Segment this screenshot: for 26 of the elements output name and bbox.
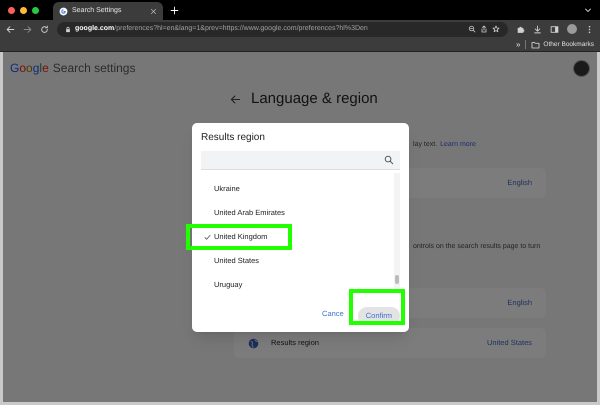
- download-icon[interactable]: [533, 24, 542, 34]
- page-title: Search settings: [52, 60, 136, 77]
- new-tab-icon[interactable]: [170, 6, 179, 14]
- back-icon[interactable]: [6, 24, 15, 34]
- star-icon[interactable]: [492, 25, 500, 33]
- side-panel-icon[interactable]: [550, 24, 559, 34]
- close-icon[interactable]: [150, 8, 157, 14]
- chevron-down-icon[interactable]: [584, 6, 592, 14]
- dialog-title: Results region: [200, 131, 266, 145]
- forward-icon[interactable]: [23, 24, 32, 34]
- bookmarks-overflow-button[interactable]: »: [516, 40, 520, 48]
- puzzle-icon[interactable]: [516, 24, 525, 34]
- zoom-icon[interactable]: [468, 25, 476, 33]
- folder-icon: [531, 40, 540, 48]
- google-logo: Google: [10, 60, 49, 77]
- page-heading: Language & region: [251, 88, 378, 109]
- share-icon[interactable]: [480, 25, 488, 33]
- profile-avatar[interactable]: [573, 60, 590, 76]
- avatar-icon[interactable]: [567, 24, 577, 34]
- google-logo-icon: [59, 6, 68, 16]
- scrollbar[interactable]: [394, 173, 400, 290]
- back-arrow-icon[interactable]: [230, 94, 241, 104]
- search-icon[interactable]: [384, 155, 394, 165]
- reload-icon[interactable]: [40, 24, 49, 34]
- lock-icon: [65, 26, 71, 32]
- search-field[interactable]: [201, 151, 400, 170]
